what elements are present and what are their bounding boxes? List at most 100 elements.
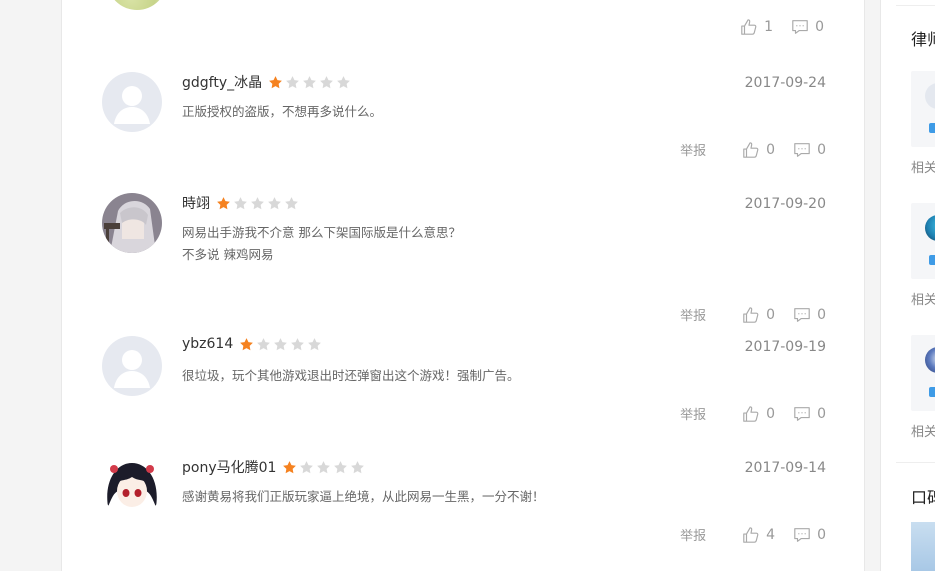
comment-icon <box>794 307 810 322</box>
default-avatar-icon <box>102 72 162 132</box>
like-count: 0 <box>766 405 776 422</box>
star-empty-icon <box>300 460 314 473</box>
report-link[interactable]: 举报 <box>680 305 706 324</box>
lawyer-card[interactable] <box>911 335 935 411</box>
lawyer-card[interactable] <box>911 71 935 147</box>
report-link[interactable]: 举报 <box>680 525 706 544</box>
star-empty-icon <box>291 337 305 350</box>
username[interactable]: 時翊 <box>182 193 210 213</box>
comment-button[interactable]: 0 <box>793 141 826 159</box>
comment-count: 0 <box>817 141 826 158</box>
review-text-line: 很垃圾，玩个其他游戏退出时还弹窗出这个游戏！强制广告。 <box>182 368 520 383</box>
report-link[interactable]: 举报 <box>680 140 706 159</box>
comment-icon <box>794 142 810 157</box>
review-date: 2017-09-19 <box>744 339 826 355</box>
report-link[interactable]: 举报 <box>680 404 706 423</box>
comment-icon <box>794 406 810 421</box>
review-text-line: 正版授权的盗版，不想再多说什么。 <box>182 104 383 119</box>
comment-count: 0 <box>815 19 824 35</box>
review-actions: 举报 0 0 <box>680 305 826 325</box>
review-text-line: 网易出手游我不介意 那么下架国际版是什么意思？ <box>182 225 461 240</box>
like-count: 1 <box>764 19 774 35</box>
star-empty-icon <box>251 196 264 209</box>
sidebar-title-lawyer: 律师 <box>911 30 935 49</box>
like-button[interactable]: 0 <box>742 306 775 324</box>
star-rating <box>216 196 301 211</box>
star-filled-icon <box>217 196 230 209</box>
thumbs-up-icon <box>743 306 759 323</box>
username[interactable]: gdgfty_冰晶 <box>182 72 262 92</box>
like-count: 4 <box>766 526 776 543</box>
related-label: 相关 <box>911 161 935 176</box>
review-header: gdgfty_冰晶 <box>182 72 353 92</box>
review-text-line: 感谢黄易将我们正版玩家逼上绝境，从此网易一生黑，一分不谢！ <box>182 489 545 504</box>
review-date: 2017-09-24 <box>744 75 826 91</box>
star-empty-icon <box>257 337 271 350</box>
thumbs-up-icon <box>743 141 759 158</box>
review-actions: 举报 4 0 <box>680 525 826 545</box>
divider <box>896 5 935 6</box>
verified-badge-icon <box>929 123 935 133</box>
lawyer-card[interactable] <box>911 203 935 279</box>
sidebar-title-reputation: 口碑 <box>911 488 935 507</box>
thumbs-up-icon <box>743 405 759 422</box>
star-empty-icon <box>286 75 299 88</box>
star-rating <box>268 75 353 90</box>
review-date: 2017-09-14 <box>744 460 826 476</box>
avatar[interactable] <box>102 457 162 517</box>
star-empty-icon <box>303 75 316 88</box>
star-empty-icon <box>274 337 288 350</box>
star-filled-icon <box>240 337 254 350</box>
review-date: 2017-09-20 <box>744 196 826 212</box>
star-empty-icon <box>268 196 281 209</box>
comment-count: 0 <box>817 306 826 323</box>
comment-count: 0 <box>817 405 826 422</box>
review-actions: 举报 0 0 <box>680 404 826 424</box>
comment-button[interactable]: 0 <box>793 405 826 423</box>
sidebar: 律师 相关 相关 相关 口碑 <box>880 0 935 571</box>
review-text: 正版授权的盗版，不想再多说什么。 <box>182 101 382 123</box>
divider <box>896 462 935 463</box>
thumbs-up-icon <box>741 19 757 35</box>
thumbnail-image[interactable] <box>911 522 935 571</box>
related-label: 相关 <box>911 425 935 440</box>
review-list-panel: 1 0 gdgfty_冰晶 2017-09-24 正版授权的盗版，不想再多说什么。举… <box>61 0 865 571</box>
avatar[interactable] <box>102 193 162 253</box>
star-rating <box>239 337 324 352</box>
star-empty-icon <box>308 337 322 350</box>
comment-button[interactable]: 0 <box>791 18 824 36</box>
username[interactable]: pony马化腾01 <box>182 457 276 477</box>
like-button[interactable]: 0 <box>742 141 775 159</box>
like-button[interactable]: 4 <box>742 526 775 544</box>
review-actions: 1 0 <box>722 18 824 36</box>
related-label: 相关 <box>911 293 935 308</box>
star-filled-icon <box>269 75 282 88</box>
star-empty-icon <box>351 460 365 473</box>
avatar[interactable] <box>102 336 162 396</box>
verified-badge-icon <box>929 255 935 265</box>
star-empty-icon <box>317 460 331 473</box>
avatar-image <box>102 457 162 517</box>
review-text: 很垃圾，玩个其他游戏退出时还弹窗出这个游戏！强制广告。 <box>182 365 520 387</box>
avatar[interactable] <box>102 72 162 132</box>
like-button[interactable]: 1 <box>740 18 773 36</box>
comment-icon <box>794 527 810 542</box>
review-text: 感谢黄易将我们正版玩家逼上绝境，从此网易一生黑，一分不谢！ <box>182 486 545 508</box>
review-text-line: 不多说 辣鸡网易 <box>182 247 274 262</box>
comment-button[interactable]: 0 <box>793 306 826 324</box>
star-filled-icon <box>283 460 297 473</box>
like-count: 0 <box>766 141 776 158</box>
review-header: pony马化腾01 <box>182 457 367 477</box>
like-button[interactable]: 0 <box>742 405 775 423</box>
comment-count: 0 <box>817 526 826 543</box>
comment-icon <box>792 20 808 34</box>
review-actions: 举报 0 0 <box>680 140 826 160</box>
star-empty-icon <box>334 460 348 473</box>
avatar <box>925 83 935 109</box>
star-rating <box>282 460 367 475</box>
star-empty-icon <box>320 75 333 88</box>
star-empty-icon <box>234 196 247 209</box>
username[interactable]: ybz614 <box>182 336 233 352</box>
avatar[interactable] <box>107 0 167 10</box>
comment-button[interactable]: 0 <box>793 526 826 544</box>
